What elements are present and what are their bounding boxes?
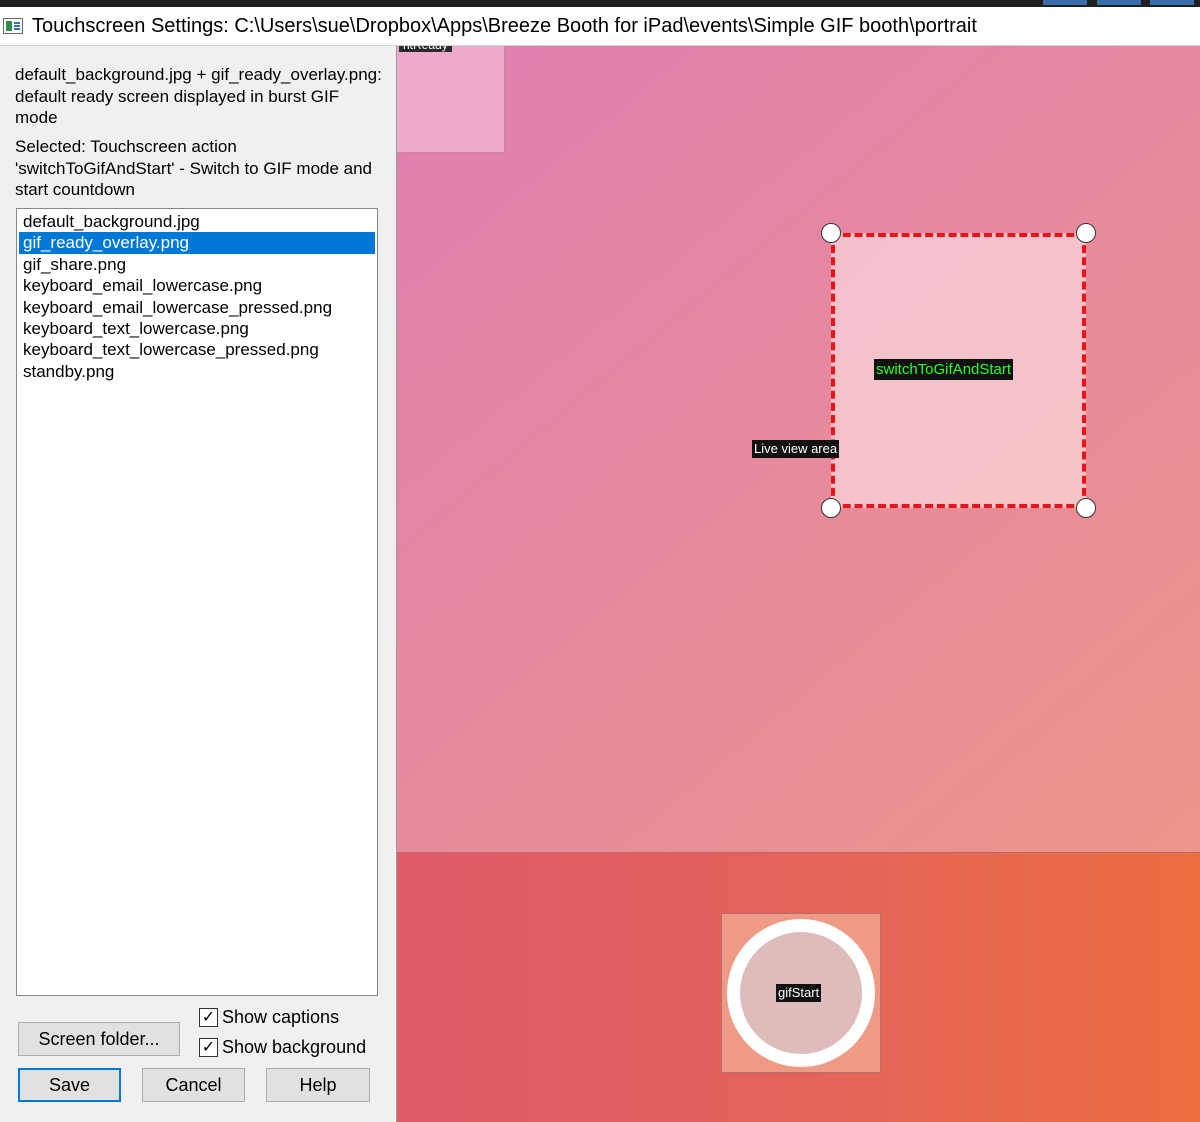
screen-description: default_background.jpg + gif_ready_overl… — [15, 65, 382, 127]
resize-handle-bottom-left[interactable] — [821, 498, 841, 518]
save-button[interactable]: Save — [18, 1068, 121, 1102]
gif-start-area[interactable]: gifStart — [721, 913, 881, 1073]
cancel-button[interactable]: Cancel — [142, 1068, 245, 1102]
list-item[interactable]: keyboard_email_lowercase.png — [19, 275, 375, 296]
list-item[interactable]: keyboard_email_lowercase_pressed.png — [19, 297, 375, 318]
resize-handle-bottom-right[interactable] — [1076, 498, 1096, 518]
live-view-caption: Live view area — [752, 440, 840, 458]
list-item[interactable]: gif_ready_overlay.png — [19, 232, 375, 254]
taskbar-block — [1097, 0, 1141, 5]
list-item[interactable]: default_background.jpg — [19, 211, 375, 232]
app-icon — [3, 18, 23, 34]
gif-start-caption: gifStart — [776, 984, 822, 1002]
ready-area-caption: ntReady — [399, 46, 452, 52]
window-title: Touchscreen Settings: C:\Users\sue\Dropb… — [32, 14, 977, 37]
resize-handle-top-left[interactable] — [821, 223, 841, 243]
show-background-label: Show background — [222, 1037, 367, 1057]
list-item[interactable]: keyboard_text_lowercase.png — [19, 318, 375, 339]
screen-preview-canvas[interactable]: ntReady switchToGifAndStart Live view ar… — [396, 46, 1200, 1122]
list-item[interactable]: gif_share.png — [19, 254, 375, 275]
checkbox-check-icon: ✓ — [199, 1008, 218, 1027]
taskbar-block — [1150, 0, 1194, 5]
show-captions-label: Show captions — [222, 1007, 340, 1027]
top-strip — [0, 0, 1200, 7]
taskbar-block — [1043, 0, 1087, 5]
title-bar[interactable]: Touchscreen Settings: C:\Users\sue\Dropb… — [0, 7, 1200, 46]
show-captions-checkbox[interactable]: ✓ Show captions — [199, 1007, 339, 1028]
help-button[interactable]: Help — [266, 1068, 370, 1102]
touch-action-caption: switchToGifAndStart — [874, 359, 1014, 380]
resize-handle-top-right[interactable] — [1076, 223, 1096, 243]
selected-action-info: Selected: Touchscreen action 'switchToGi… — [15, 137, 373, 199]
left-panel: default_background.jpg + gif_ready_overl… — [0, 46, 396, 1122]
screen-folder-button[interactable]: Screen folder... — [18, 1022, 180, 1056]
show-background-checkbox[interactable]: ✓ Show background — [199, 1037, 366, 1058]
list-item[interactable]: standby.png — [19, 361, 375, 382]
list-item[interactable]: keyboard_text_lowercase_pressed.png — [19, 339, 375, 360]
checkbox-check-icon: ✓ — [199, 1038, 218, 1057]
ready-area[interactable]: ntReady — [397, 46, 505, 153]
file-list[interactable]: default_background.jpg gif_ready_overlay… — [16, 208, 378, 996]
